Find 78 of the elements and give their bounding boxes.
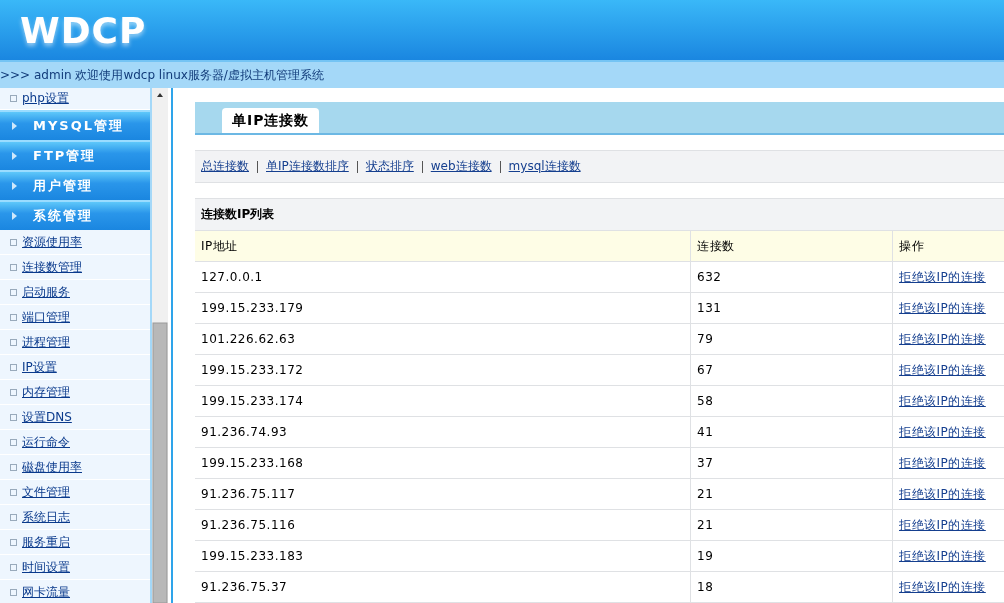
- menu-link[interactable]: 文件管理: [22, 483, 70, 501]
- bullet-icon: [10, 338, 17, 346]
- nav-link[interactable]: 单IP连接数排序: [266, 158, 349, 175]
- menu-link[interactable]: 设置DNS: [22, 408, 72, 426]
- nav-link[interactable]: web连接数: [430, 158, 492, 175]
- column-header: 操作: [893, 231, 1004, 261]
- deny-link[interactable]: 拒绝该IP的连接: [899, 454, 986, 472]
- deny-link[interactable]: 拒绝该IP的连接: [899, 578, 986, 596]
- bullet-icon: [10, 513, 17, 521]
- bullet-icon: [10, 363, 17, 371]
- bullet-icon: [10, 463, 17, 471]
- table-cell: 79: [691, 324, 893, 354]
- tab[interactable]: 单IP连接数: [222, 108, 320, 133]
- table-cell: 19: [691, 541, 893, 571]
- table-cell: 91.236.74.93: [195, 417, 691, 447]
- table-cell: 91.236.75.37: [195, 572, 691, 602]
- table-cell: 18: [691, 572, 893, 602]
- menu-link[interactable]: 运行命令: [22, 433, 70, 451]
- table-cell: 199.15.233.174: [195, 386, 691, 416]
- table-cell: 67: [691, 355, 893, 385]
- table-cell: 21: [691, 510, 893, 540]
- nav-link[interactable]: 状态排序: [365, 158, 414, 175]
- nav-link[interactable]: mysql连接数: [508, 158, 581, 175]
- menu-link[interactable]: 端口管理: [22, 308, 70, 326]
- deny-link[interactable]: 拒绝该IP的连接: [899, 423, 986, 441]
- scrollbar[interactable]: [152, 88, 171, 603]
- menu-link[interactable]: 内存管理: [22, 383, 70, 401]
- table-title: 连接数IP列表: [201, 206, 275, 223]
- table-cell: 91.236.75.116: [195, 510, 691, 540]
- table-cell: 101.226.62.63: [195, 324, 691, 354]
- column-header: 连接数: [691, 231, 893, 261]
- bullet-icon: [10, 313, 17, 321]
- bullet-icon: [10, 413, 17, 421]
- deny-link[interactable]: 拒绝该IP的连接: [899, 547, 986, 565]
- menu-link[interactable]: 启动服务: [22, 283, 70, 301]
- column-header: IP地址: [195, 231, 691, 261]
- menu-link[interactable]: 进程管理: [22, 333, 70, 351]
- table-cell: 199.15.233.183: [195, 541, 691, 571]
- bullet-icon: [10, 488, 17, 496]
- nav-link[interactable]: 总连接数: [201, 158, 249, 175]
- deny-link[interactable]: 拒绝该IP的连接: [899, 516, 986, 534]
- deny-link[interactable]: 拒绝该IP的连接: [899, 299, 986, 317]
- table-cell: 131: [691, 293, 893, 323]
- table-cell: 199.15.233.179: [195, 293, 691, 323]
- menu-link[interactable]: 网卡流量: [22, 583, 70, 601]
- menu-link[interactable]: 系统日志: [22, 508, 70, 526]
- bullet-icon: [10, 263, 17, 271]
- menu-link[interactable]: 磁盘使用率: [22, 458, 82, 476]
- menu-link[interactable]: 资源使用率: [22, 233, 82, 251]
- table-cell: 37: [691, 448, 893, 478]
- bullet-icon: [10, 563, 17, 571]
- bullet-icon: [10, 95, 17, 102]
- table-cell: 632: [691, 262, 893, 292]
- menu-link[interactable]: 服务重启: [22, 533, 70, 551]
- bullet-icon: [10, 238, 17, 246]
- menu-link[interactable]: IP设置: [22, 358, 57, 376]
- table-cell: 91.236.75.117: [195, 479, 691, 509]
- table-cell: 199.15.233.172: [195, 355, 691, 385]
- menu-link[interactable]: php设置: [22, 90, 69, 107]
- table-cell: 127.0.0.1: [195, 262, 691, 292]
- deny-link[interactable]: 拒绝该IP的连接: [899, 268, 986, 286]
- menu-link[interactable]: 时间设置: [22, 558, 70, 576]
- table-cell: 58: [691, 386, 893, 416]
- table-cell: 21: [691, 479, 893, 509]
- menu-link[interactable]: 连接数管理: [22, 258, 82, 276]
- deny-link[interactable]: 拒绝该IP的连接: [899, 330, 986, 348]
- bullet-icon: [10, 588, 17, 596]
- bullet-icon: [10, 438, 17, 446]
- bullet-icon: [10, 388, 17, 396]
- deny-link[interactable]: 拒绝该IP的连接: [899, 485, 986, 503]
- deny-link[interactable]: 拒绝该IP的连接: [899, 361, 986, 379]
- bullet-icon: [10, 538, 17, 546]
- table-cell: 41: [691, 417, 893, 447]
- welcome-text: >>> admin 欢迎使用wdcp linux服务器/虚拟主机管理系统: [0, 66, 324, 84]
- deny-link[interactable]: 拒绝该IP的连接: [899, 392, 986, 410]
- table-cell: 199.15.233.168: [195, 448, 691, 478]
- bullet-icon: [10, 288, 17, 296]
- logo: WDCP: [20, 9, 147, 51]
